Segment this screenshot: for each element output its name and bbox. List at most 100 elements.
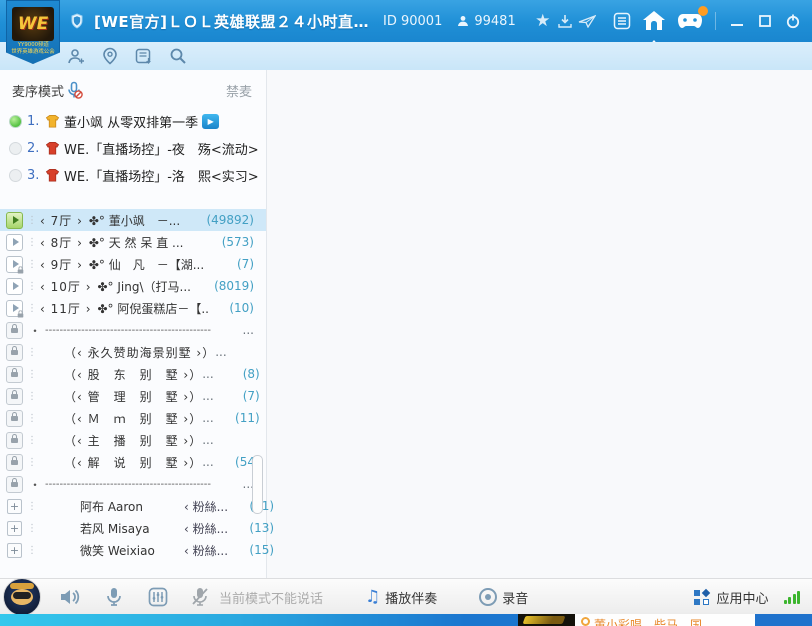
mic-queue-item[interactable]: 1. 董小飒 从零双排第一季 ▶ [0,108,266,135]
locked-room-row[interactable]: ⋮ （‹ 股 东 别 墅 ›） ... (8) [0,363,266,385]
lock-icon[interactable] [6,366,23,383]
mic-status-text: 当前模式不能说话 [219,588,323,607]
avatar[interactable] [3,578,41,616]
play-icon[interactable] [6,278,23,295]
expand-plus-icon[interactable]: + [7,499,22,514]
divider [715,12,716,30]
member-room-row[interactable]: + ⋮ 微笑 Weixiao ‹ 粉絲... (15) [0,539,266,561]
record-button[interactable]: 录音 [479,588,528,607]
app-center-label[interactable]: 应用中心 [716,588,768,607]
game-center-icon[interactable] [675,8,705,34]
record-icon [479,588,497,606]
video-thumbnail[interactable] [518,614,575,626]
lock-icon[interactable] [6,322,23,339]
announcement-list-icon[interactable] [611,10,633,32]
expand-plus-icon[interactable]: + [7,543,22,558]
lock-icon[interactable] [6,432,23,449]
lock-icon[interactable] [6,410,23,427]
lock-icon[interactable] [6,454,23,471]
favorite-star-icon[interactable]: ★ [532,10,554,32]
channel-row[interactable]: ⋮ ‹ 9厅 › ✤° 仙 凡 －【湖... (7) [0,253,266,275]
contacts-icon[interactable] [64,45,88,67]
locked-room-row[interactable]: ⋮ （‹ 管 理 别 墅 ›） ... (7) [0,385,266,407]
mic-queue-item[interactable]: 2. WE.「直播场控」-夜 殇<流动> [0,135,266,162]
speaker-icon[interactable] [57,585,83,609]
locked-room-row[interactable]: ⋮ （‹ Ｍ ｍ 别 墅 ›） ... (11) [0,407,266,429]
app-center-grid-icon[interactable] [694,590,709,605]
maximize-button[interactable] [754,10,776,32]
person-icon [456,10,470,32]
lock-icon[interactable] [6,476,23,493]
background-window-accent [755,614,812,626]
microphone-icon[interactable] [101,585,127,609]
member-room-row[interactable]: + ⋮ 阿布 Aaron ‹ 粉絲... (11) [0,495,266,517]
red-shirt-icon [45,141,60,156]
paper-plane-icon[interactable] [576,10,598,32]
member-count: (8019) [212,279,254,293]
download-icon[interactable] [554,10,576,32]
guild-logo-badge[interactable]: WE YY9000频道 世界英雄游戏公会 [6,0,60,64]
forbid-mic-label[interactable]: 禁麦 [226,81,252,100]
drag-handle: ⋮ [27,435,37,446]
drag-handle: ⋮ [27,369,37,380]
play-accompaniment-button[interactable]: ♫ 播放伴奏 [365,587,437,607]
queue-user-name: WE.「直播场控」-夜 殇<流动> [64,139,259,158]
queue-user-name: WE.「直播场控」-洛 熙<实习> [64,166,259,185]
channel-row[interactable]: ⋮ ‹ 8厅 › ✤° 天 然 呆 直 ... (573) [0,231,266,253]
locked-room-row[interactable]: ⋮ （‹ 永久赞助海景别墅 ›） ... [0,341,266,363]
location-pin-icon[interactable] [98,45,122,67]
app-window: [WE官方]ＬＯＬ英雄联盟２４小时直… ID 90001 99481 ★ [0,0,812,626]
lock-icon[interactable] [6,344,23,361]
member-count: (8) [218,367,260,381]
drag-handle: ⋮ [27,391,37,402]
mic-queue: 1. 董小飒 从零双排第一季 ▶ 2. WE.「直播场控」-夜 殇<流动> 3.… [0,108,266,189]
mic-blocked-icon[interactable] [64,79,84,101]
member-room-row[interactable]: + ⋮ 若风 Misaya ‹ 粉絲... (13) [0,517,266,539]
main-content-panel [267,70,812,578]
locked-room-row[interactable]: ⋮ （‹ 解 说 别 墅 ›） ... (54) [0,451,266,473]
tree-separator-row: ・ --------------------------------------… [0,319,266,341]
locked-room-row[interactable]: ⋮ （‹ 主 播 别 墅 ›） ... [0,429,266,451]
play-icon[interactable] [6,234,23,251]
scrollbar-thumb[interactable] [252,455,263,514]
member-count: (7) [212,257,254,271]
mic-mode-label: 麦序模式 [12,81,64,100]
mixer-settings-icon[interactable] [145,585,171,609]
minimize-button[interactable] [726,10,748,32]
window-bottom-edge [0,614,518,626]
member-count: (11) [218,411,260,425]
play-locked-icon[interactable] [6,300,23,317]
expand-plus-icon[interactable]: + [7,521,22,536]
member-count: (13) [232,521,274,535]
channel-row[interactable]: ⋮ ‹ 11厅 › ✤° 阿倪蛋糕店－【... (10) [0,297,266,319]
background-list-item[interactable]: 董小彩唱．些马 国 [575,614,755,626]
play-active-icon[interactable] [6,212,23,229]
search-icon[interactable] [166,45,190,67]
queue-user-name: 董小飒 从零双排第一季 [64,112,198,131]
member-count: (7) [218,389,260,403]
drag-handle: ⋮ [27,303,37,314]
member-count: (573) [212,235,254,249]
channel-id: ID 90001 [383,14,442,29]
bottom-toolbar: 当前模式不能说话 ♫ 播放伴奏 录音 应用中心 [0,578,812,615]
drag-handle: ⋮ [27,281,37,292]
channel-row[interactable]: ⋮ ‹ 10厅 › ✤° Jing\（打马... (8019) [0,275,266,297]
lock-icon[interactable] [6,388,23,405]
channel-row[interactable]: ⋮ ‹ 7厅 › ✤° 董小飒 －... (49892) [0,209,266,231]
background-window-strip: 董小彩唱．些马 国 [0,614,812,626]
channel-list-icon[interactable] [132,45,156,67]
speaking-indicator-icon [9,142,22,155]
drag-handle: ⋮ [27,413,37,424]
status-dot-icon [581,617,590,626]
video-replay-icon[interactable]: ▶ [202,114,219,129]
gold-shirt-icon [45,114,60,129]
home-icon[interactable] [639,6,669,36]
mic-status: 当前模式不能说话 [187,585,323,609]
red-shirt-icon [45,168,60,183]
network-signal-icon [784,591,801,604]
power-close-button[interactable] [782,10,804,32]
member-count: (49892) [206,213,254,227]
play-locked-icon[interactable] [6,256,23,273]
speaking-indicator-icon [9,115,22,128]
mic-queue-item[interactable]: 3. WE.「直播场控」-洛 熙<实习> [0,162,266,189]
